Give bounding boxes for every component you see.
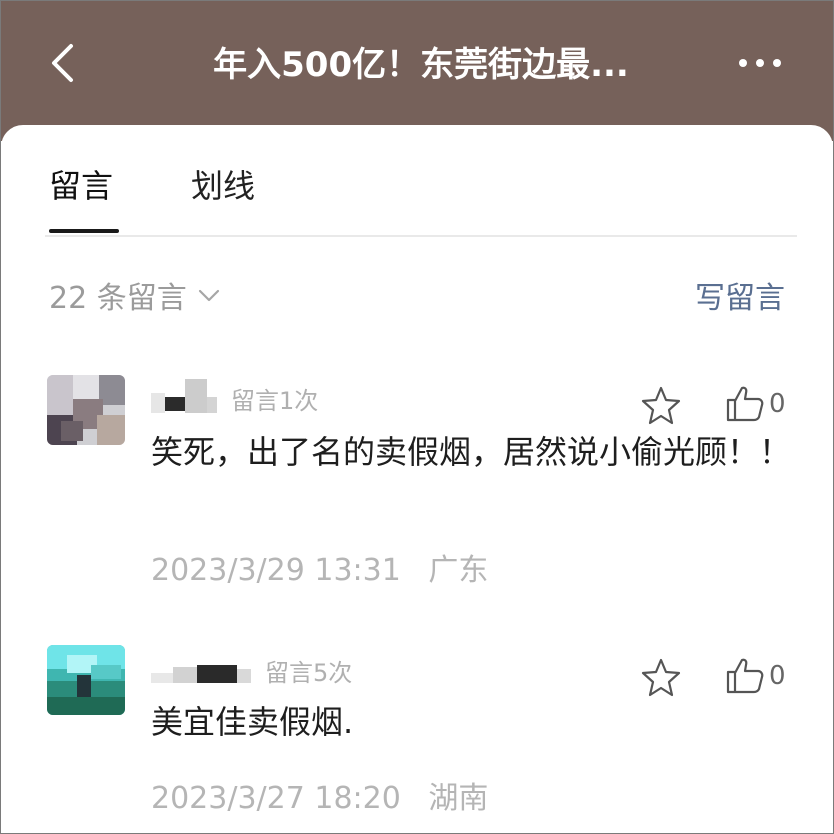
comment-text: 美宜佳卖假烟. bbox=[151, 703, 354, 741]
chevron-left-icon bbox=[52, 44, 73, 82]
like-count: 0 bbox=[769, 389, 786, 419]
star-icon[interactable] bbox=[641, 385, 681, 425]
comment-count-meta: 留言1次 bbox=[231, 387, 319, 415]
more-dots-icon bbox=[739, 59, 781, 67]
avatar-image bbox=[47, 645, 125, 715]
avatar-image bbox=[47, 375, 125, 445]
more-button[interactable] bbox=[735, 43, 785, 83]
like-count: 0 bbox=[769, 661, 786, 691]
thumbs-up-icon[interactable] bbox=[725, 383, 765, 423]
thumbs-up-icon[interactable] bbox=[725, 655, 765, 695]
tab-highlights[interactable]: 划线 bbox=[191, 161, 255, 207]
active-tab-indicator bbox=[49, 229, 119, 233]
tab-comments[interactable]: 留言 bbox=[49, 161, 113, 207]
comment-date: 2023/3/27 18:20 bbox=[151, 781, 401, 816]
username-obscured bbox=[151, 379, 221, 415]
chevron-down-icon bbox=[198, 289, 219, 302]
comment-date: 2023/3/29 13:31 bbox=[151, 553, 401, 588]
write-comment-link[interactable]: 写留言 bbox=[695, 273, 785, 317]
comment-location: 湖南 bbox=[428, 781, 489, 816]
comment-timestamp: 2023/3/27 18:20 湖南 bbox=[151, 773, 488, 817]
tab-divider bbox=[45, 235, 797, 237]
comment-text: 笑死，出了名的卖假烟，居然说小偷光顾！！ bbox=[151, 433, 792, 471]
header-bar: 年入500亿！东莞街边最... bbox=[1, 1, 833, 141]
star-icon[interactable] bbox=[641, 657, 681, 697]
avatar[interactable] bbox=[47, 645, 125, 715]
comment-timestamp: 2023/3/29 13:31 广东 bbox=[151, 545, 488, 589]
username-obscured bbox=[151, 651, 261, 687]
comments-sheet: 留言 划线 22 条留言 写留言 留言1次 0 笑死，出了名的卖假烟，居然说小偷… bbox=[1, 125, 833, 833]
comment-count-label: 22 条留言 bbox=[49, 281, 187, 316]
comment-count-meta: 留言5次 bbox=[265, 659, 353, 687]
avatar[interactable] bbox=[47, 375, 125, 445]
back-button[interactable] bbox=[41, 41, 85, 85]
comment-count-dropdown[interactable]: 22 条留言 bbox=[49, 273, 221, 317]
article-title: 年入500亿！东莞街边最... bbox=[213, 45, 629, 85]
comment-location: 广东 bbox=[428, 553, 489, 588]
screen: 年入500亿！东莞街边最... 留言 划线 22 条留言 写留言 留言1次 0 … bbox=[0, 0, 834, 834]
